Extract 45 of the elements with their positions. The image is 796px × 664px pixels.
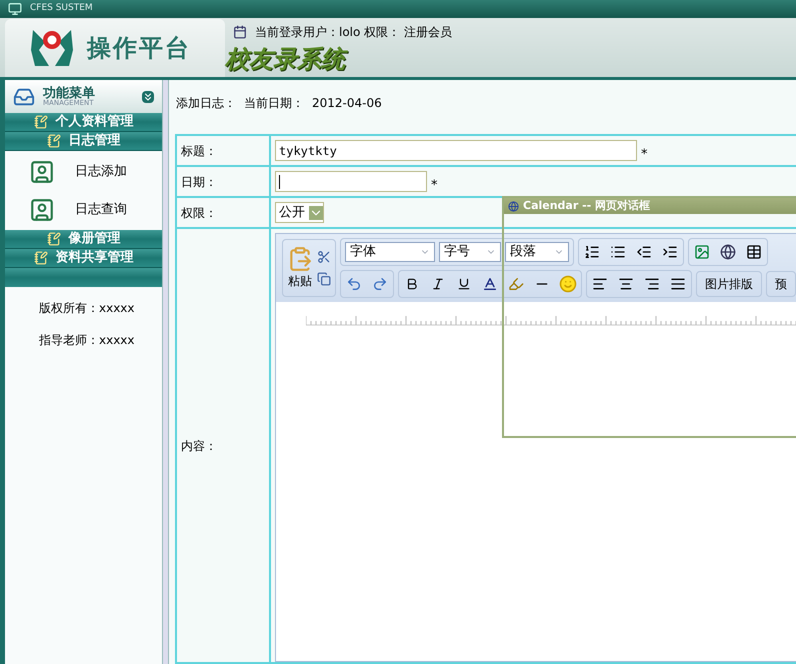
user-card-icon <box>29 158 55 184</box>
text-field[interactable]: tykytkty <box>275 140 637 161</box>
notebook-icon <box>34 115 48 129</box>
field-label: 权限： <box>181 204 217 222</box>
system-title: 校友录系统 <box>225 44 452 74</box>
menu-section-bar[interactable]: 日志管理 <box>5 132 162 151</box>
current-date: 2012-04-06 <box>312 95 382 112</box>
text-field[interactable] <box>275 171 427 192</box>
menu-section-bar[interactable]: 资料共享管理 <box>5 249 162 268</box>
text-cursor <box>279 174 280 188</box>
select-field[interactable]: 公开 <box>275 202 324 223</box>
monitor-icon <box>8 2 22 16</box>
collapse-icon <box>142 90 154 102</box>
copy-icon <box>317 272 331 286</box>
notebook-icon <box>46 232 60 246</box>
menu-section-bar[interactable]: 像册管理 <box>5 230 162 249</box>
image-layout-button[interactable]: 图片排版 <box>696 271 762 297</box>
dialog-title: Calendar -- 网页对话框 <box>523 198 650 214</box>
field-label: 标题： <box>181 142 217 160</box>
notebook-icon <box>34 251 48 265</box>
window-title: CFES SUSTEM <box>30 2 93 16</box>
page-heading: 添加日志： <box>176 95 236 112</box>
date-label: 当前日期： <box>244 95 304 112</box>
cut-icon <box>317 250 331 264</box>
menu-item[interactable]: 日志添加 <box>5 154 162 189</box>
user-info: 当前登录用户：lolo 权限： 注册会员 <box>255 24 452 41</box>
required-mark: * <box>641 146 648 164</box>
field-label: 日期： <box>181 174 217 190</box>
required-mark: * <box>431 176 438 195</box>
menu-section-bar[interactable]: 个人资料管理 <box>5 113 162 132</box>
calendar-icon <box>233 25 247 39</box>
globe-icon <box>508 200 519 212</box>
field-label: 内容： <box>181 438 217 454</box>
notebook-icon <box>46 134 60 148</box>
footer-text: 版权所有：xxxxx <box>39 300 136 317</box>
menu-title: 功能菜单 <box>43 86 96 100</box>
size-select[interactable]: 字号 <box>439 242 501 262</box>
menu-item[interactable]: 日志查询 <box>5 192 162 227</box>
paragraph-select[interactable]: 段落 <box>505 242 569 262</box>
font-select[interactable]: 字体 <box>345 242 435 262</box>
preview-button[interactable]: 预 <box>766 271 796 297</box>
dropdown-icon <box>309 206 323 220</box>
user-card-icon <box>29 196 55 222</box>
footer-text: 指导老师：xxxxx <box>39 332 136 349</box>
logo-text: 操作平台 <box>87 33 191 64</box>
